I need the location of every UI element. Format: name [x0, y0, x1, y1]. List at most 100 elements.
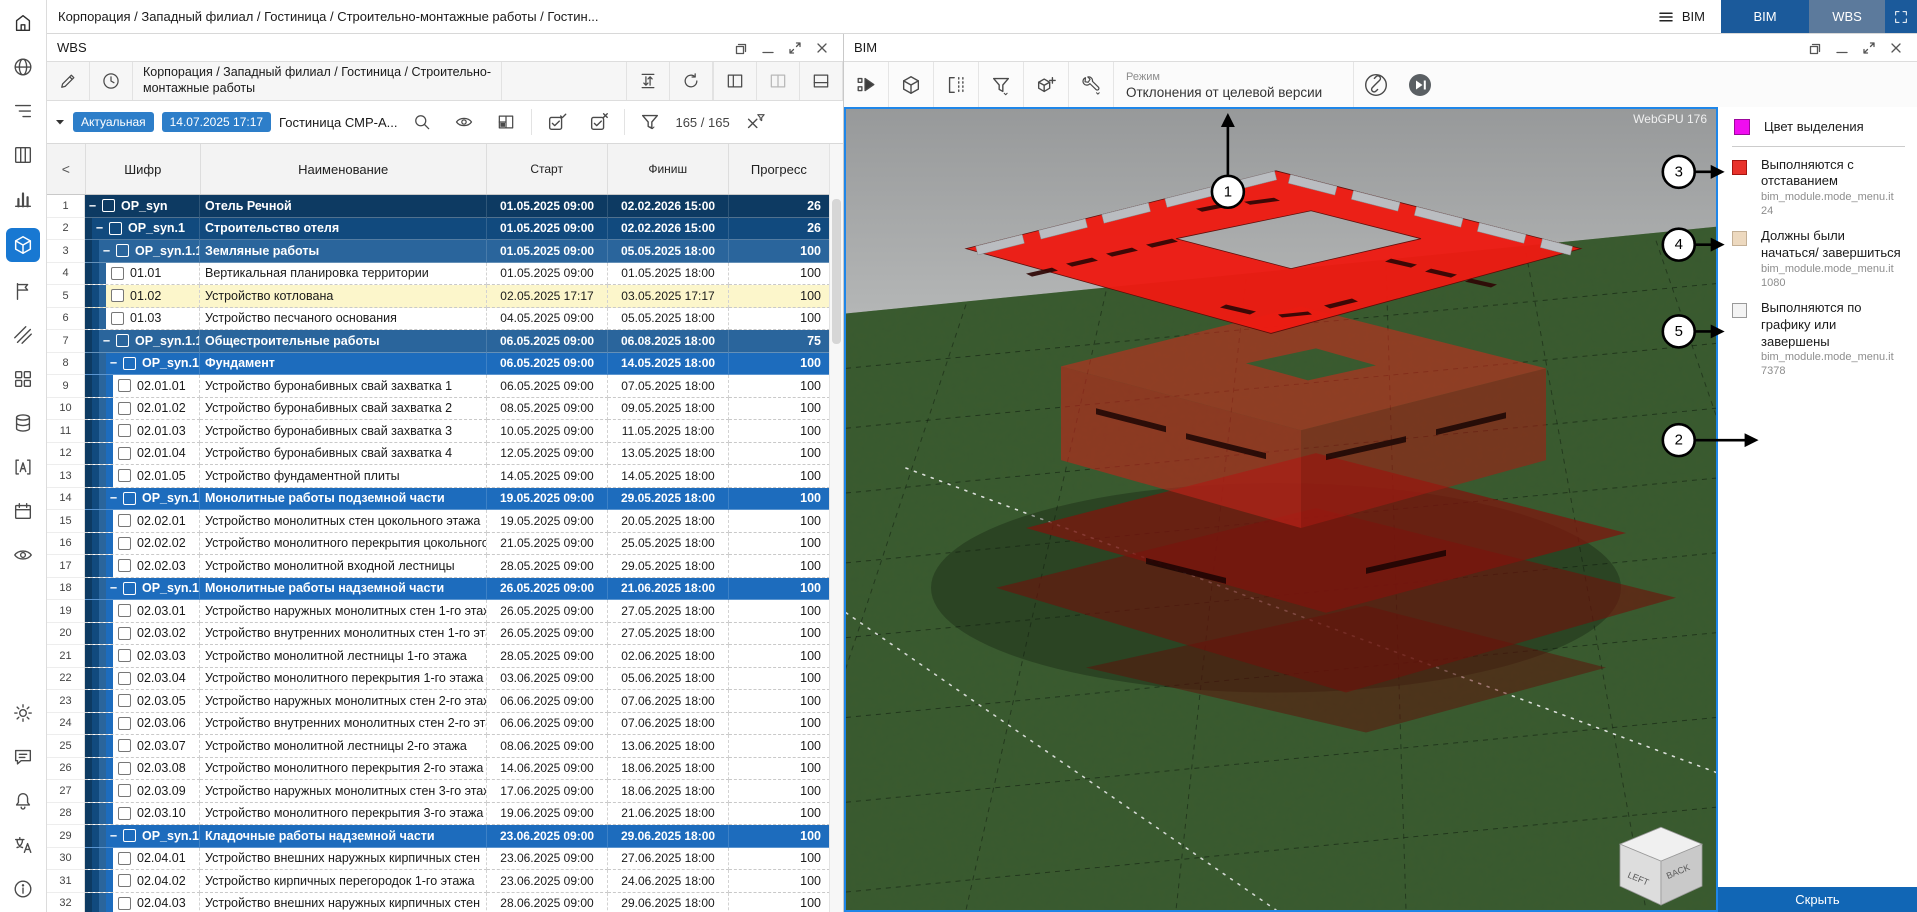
table-row[interactable]: 2602.03.08Устройство монолитного перекры… — [47, 758, 830, 781]
table-row[interactable]: 18−OP_syn.1.1Монолитные работы надземной… — [47, 578, 830, 601]
sync-button[interactable] — [626, 62, 670, 100]
table-row[interactable]: 902.01.01Устройство буронабивных свай за… — [47, 375, 830, 398]
header-finish[interactable]: Финиш — [608, 144, 729, 194]
collapse-toggle[interactable]: − — [109, 356, 118, 370]
table-row[interactable]: 1102.01.03Устройство буронабивных свай з… — [47, 420, 830, 443]
row-checkbox[interactable] — [118, 537, 131, 550]
scrollbar-thumb[interactable] — [832, 199, 841, 344]
search-button[interactable] — [405, 107, 439, 137]
row-checkbox[interactable] — [118, 447, 131, 460]
row-checkbox[interactable] — [118, 874, 131, 887]
restore-icon[interactable] — [1808, 41, 1822, 55]
row-checkbox[interactable] — [118, 762, 131, 775]
sidebar-item-bim-module[interactable] — [6, 228, 40, 262]
table-row[interactable]: 1002.01.02Устройство буронабивных свай з… — [47, 398, 830, 421]
header-code[interactable]: Шифр — [86, 144, 201, 194]
row-checkbox[interactable] — [118, 739, 131, 752]
table-row[interactable]: 2302.03.05Устройство наружных монолитных… — [47, 690, 830, 713]
row-checkbox[interactable] — [123, 582, 136, 595]
table-row[interactable]: 2002.03.02Устройство внутренних монолитн… — [47, 623, 830, 646]
section-button[interactable] — [934, 62, 979, 107]
table-row[interactable]: 1202.01.04Устройство буронабивных свай з… — [47, 443, 830, 466]
row-checkbox[interactable] — [118, 402, 131, 415]
header-start[interactable]: Старт — [487, 144, 608, 194]
play-pause-button[interactable] — [1398, 62, 1442, 107]
sidebar-item-resources[interactable] — [8, 320, 38, 350]
add-model-button[interactable] — [1024, 62, 1069, 107]
table-row[interactable]: 2202.03.04Устройство монолитного перекры… — [47, 668, 830, 691]
collapse-toggle[interactable]: − — [102, 244, 111, 258]
version-dropdown-caret[interactable] — [55, 118, 65, 126]
table-row[interactable]: 3002.04.01Устройство внешних наружных ки… — [47, 848, 830, 871]
sidebar-item-home[interactable] — [8, 8, 38, 38]
bim-viewport[interactable]: WebGPU 176 — [844, 107, 1718, 912]
restore-icon[interactable] — [734, 41, 748, 55]
fullscreen-button[interactable] — [1885, 0, 1917, 33]
sidebar-item-calendar[interactable] — [8, 496, 38, 526]
row-checkbox[interactable] — [118, 379, 131, 392]
row-checkbox[interactable] — [116, 244, 129, 257]
model-button[interactable] — [889, 62, 934, 107]
table-row[interactable]: 2402.03.06Устройство внутренних монолитн… — [47, 713, 830, 736]
sidebar-item-globe[interactable] — [8, 52, 38, 82]
table-row[interactable]: 2102.03.03Устройство монолитной лестницы… — [47, 645, 830, 668]
uncheck-all-button[interactable] — [582, 107, 616, 137]
row-checkbox[interactable] — [118, 424, 131, 437]
row-checkbox[interactable] — [118, 852, 131, 865]
sidebar-item-board[interactable] — [8, 140, 38, 170]
row-checkbox[interactable] — [118, 649, 131, 662]
collapse-toggle[interactable]: − — [109, 581, 118, 595]
sequence-play-button[interactable] — [844, 62, 889, 107]
collapse-toggle[interactable]: − — [102, 334, 111, 348]
minimize-icon[interactable] — [1835, 41, 1849, 55]
table-row[interactable]: 1502.02.01Устройство монолитных стен цок… — [47, 510, 830, 533]
version-timestamp-badge[interactable]: 14.07.2025 17:17 — [162, 112, 271, 132]
history-button[interactable] — [90, 62, 133, 100]
maximize-icon[interactable] — [788, 41, 802, 55]
collapse-toggle[interactable]: − — [95, 221, 104, 235]
tab-bim[interactable]: BIM — [1721, 0, 1809, 33]
row-checkbox[interactable] — [118, 514, 131, 527]
sidebar-item-milestones[interactable] — [8, 276, 38, 306]
sidebar-item-analytics[interactable] — [8, 184, 38, 214]
row-checkbox[interactable] — [123, 829, 136, 842]
version-status-badge[interactable]: Актуальная — [73, 112, 154, 132]
hide-legend-button[interactable]: Скрыть — [1718, 887, 1917, 912]
sidebar-item-theme[interactable] — [8, 698, 38, 728]
row-checkbox[interactable] — [111, 289, 124, 302]
close-icon[interactable] — [815, 41, 829, 55]
table-row[interactable]: 2−OP_syn.1Строительство отеля01.05.2025 … — [47, 218, 830, 241]
row-checkbox[interactable] — [123, 357, 136, 370]
row-checkbox[interactable] — [116, 334, 129, 347]
visibility-button[interactable] — [447, 107, 481, 137]
minimize-icon[interactable] — [761, 41, 775, 55]
collapse-toggle[interactable]: − — [88, 199, 97, 213]
table-row[interactable]: 1902.03.01Устройство наружных монолитных… — [47, 600, 830, 623]
refresh-button[interactable] — [670, 62, 713, 100]
table-row[interactable]: 2802.03.10Устройство монолитного перекры… — [47, 803, 830, 826]
sidebar-item-comments[interactable] — [8, 742, 38, 772]
filter-button[interactable] — [633, 107, 667, 137]
row-checkbox[interactable] — [109, 222, 122, 235]
row-checkbox[interactable] — [118, 627, 131, 640]
edit-button[interactable] — [47, 62, 90, 100]
table-row[interactable]: 601.03Устройство песчаного основания04.0… — [47, 308, 830, 331]
row-checkbox[interactable] — [118, 807, 131, 820]
breadcrumb[interactable]: Корпорация / Западный филиал / Гостиница… — [47, 9, 599, 24]
table-row[interactable]: 29−OP_syn.1.1Кладочные работы надземной … — [47, 825, 830, 848]
table-row[interactable]: 7−OP_syn.1.1.2Общестроительные работы06.… — [47, 330, 830, 353]
check-all-button[interactable] — [540, 107, 574, 137]
layout-left-button[interactable] — [714, 62, 757, 100]
row-checkbox[interactable] — [118, 672, 131, 685]
bim-settings-button[interactable] — [1069, 62, 1114, 107]
table-row[interactable]: 2702.03.09Устройство наружных монолитных… — [47, 780, 830, 803]
table-row[interactable]: 1702.02.03Устройство монолитной входной … — [47, 555, 830, 578]
bim-3d-scene[interactable]: LEFT BACK — [846, 109, 1716, 910]
table-row[interactable]: 1302.01.05Устройство фундаментной плиты1… — [47, 465, 830, 488]
sidebar-item-structure[interactable] — [8, 96, 38, 126]
sidebar-item-visibility[interactable] — [8, 540, 38, 570]
sidebar-item-info[interactable] — [8, 874, 38, 904]
table-scrollbar[interactable] — [829, 144, 843, 912]
clear-filter-button[interactable] — [738, 107, 772, 137]
collapse-all-button[interactable]: < — [47, 144, 86, 194]
